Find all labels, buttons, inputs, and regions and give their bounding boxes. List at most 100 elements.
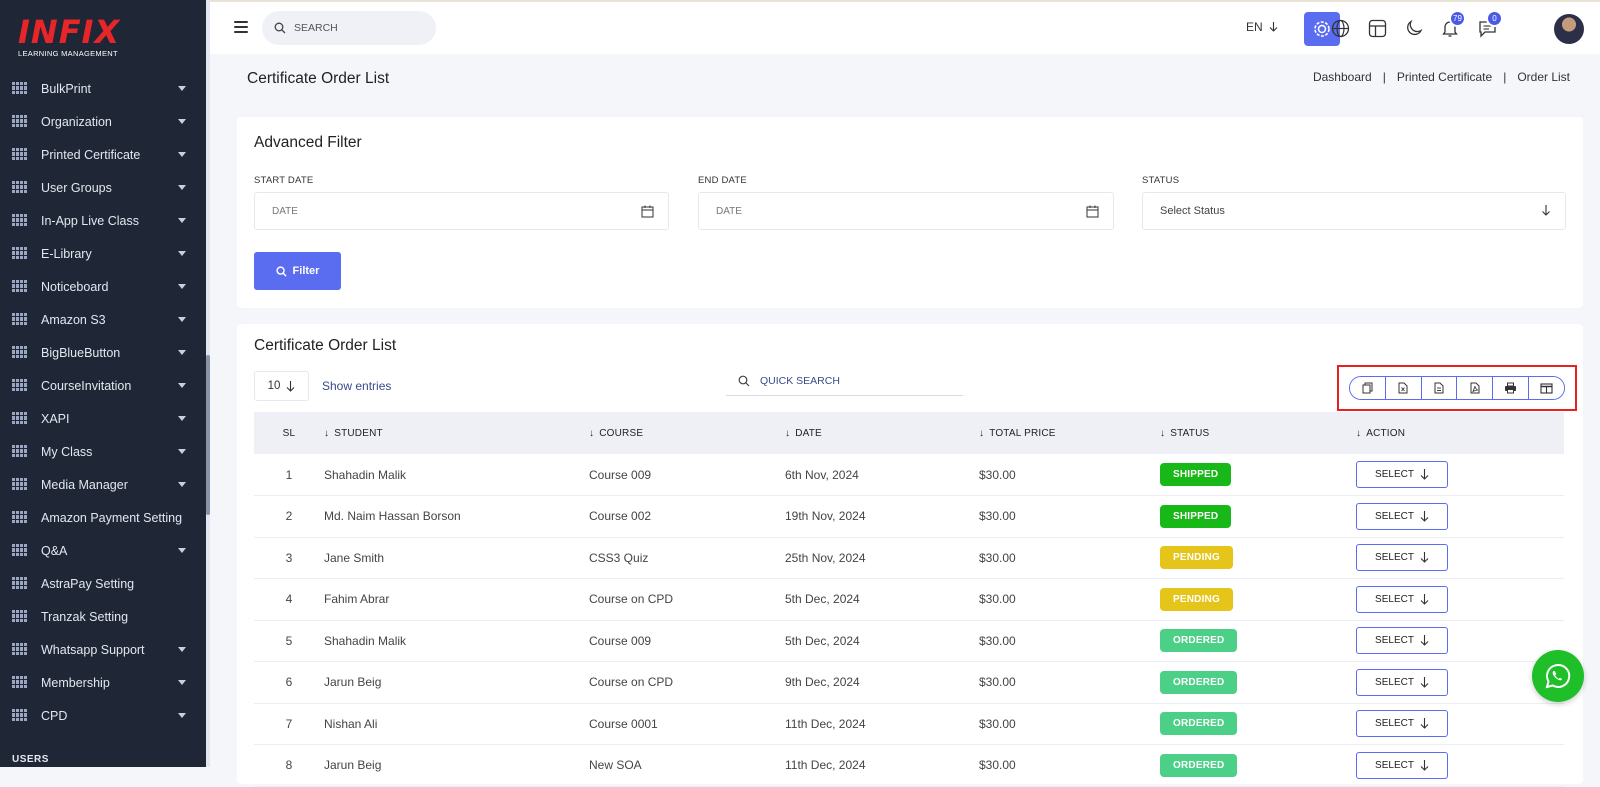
table-row: 4 Fahim Abrar Course on CPD 5th Dec, 2024 $3… [254, 579, 1564, 620]
column-header-total-price[interactable]: ↓ TOTAL PRICE [979, 412, 1160, 454]
sidebar-item-label: CourseInvitation [41, 378, 132, 393]
action-select-button[interactable]: SELECT [1356, 585, 1448, 613]
sidebar-item-label: XAPI [41, 411, 70, 426]
sidebar-item-xapi[interactable]: XAPI [0, 402, 206, 435]
sidebar-section-heading: USERS [12, 754, 49, 765]
sidebar-item-printed-certificate[interactable]: Printed Certificate [0, 138, 206, 171]
grid-icon [12, 312, 28, 327]
sidebar-item-noticeboard[interactable]: Noticeboard [0, 270, 206, 303]
action-select-button[interactable]: SELECT [1356, 461, 1448, 488]
copy-button[interactable] [1350, 377, 1386, 399]
excel-button[interactable] [1385, 377, 1422, 399]
caret-down-icon[interactable] [178, 416, 186, 421]
calendar-icon[interactable] [1086, 205, 1099, 218]
brand-logo[interactable]: INFIX LEARNING MANAGEMENT [18, 16, 188, 64]
cell-course: Course 009 [589, 633, 652, 648]
sidebar-item-organization[interactable]: Organization [0, 105, 206, 138]
column-header-date[interactable]: ↓ DATE [785, 412, 979, 454]
calendar-icon[interactable] [641, 205, 654, 218]
caret-down-icon[interactable] [178, 647, 186, 652]
sidebar-item-e-library[interactable]: E-Library [0, 237, 206, 270]
whatsapp-chat-button[interactable] [1532, 650, 1584, 702]
sidebar-item-astrapay-setting[interactable]: AstraPay Setting [0, 567, 206, 600]
caret-down-icon[interactable] [178, 152, 186, 157]
global-search-input[interactable] [294, 22, 414, 34]
layout-button[interactable] [1365, 16, 1389, 40]
entries-select[interactable]: 10 [254, 371, 309, 401]
status-select[interactable]: Select Status [1142, 192, 1566, 230]
sidebar-item-label: Organization [41, 114, 112, 129]
caret-down-icon[interactable] [178, 86, 186, 91]
caret-down-icon[interactable] [178, 350, 186, 355]
sidebar-item-courseinvitation[interactable]: CourseInvitation [0, 369, 206, 402]
caret-down-icon[interactable] [178, 482, 186, 487]
column-header-status[interactable]: ↓ STATUS [1160, 412, 1356, 454]
column-header-action[interactable]: ↓ ACTION [1356, 412, 1564, 454]
column-header-sl[interactable]: SL [254, 412, 324, 454]
cell-total-price: $30.00 [979, 716, 1016, 731]
caret-down-icon[interactable] [178, 119, 186, 124]
caret-down-icon[interactable] [178, 680, 186, 685]
sidebar-item-bulkprint[interactable]: BulkPrint [0, 72, 206, 105]
sidebar-item-in-app-live-class[interactable]: In-App Live Class [0, 204, 206, 237]
avatar[interactable] [1554, 14, 1584, 44]
end-date-field[interactable]: DATE [698, 192, 1114, 230]
status-label: STATUS [1142, 175, 1180, 186]
website-button[interactable] [1328, 16, 1352, 40]
table-header-row: SL ↓ STUDENT ↓ COURSE ↓ DATE ↓ TOTAL PRICE ↓… [254, 412, 1564, 454]
csv-button[interactable] [1421, 377, 1458, 399]
column-header-student[interactable]: ↓ STUDENT [324, 412, 589, 454]
print-button[interactable] [1493, 377, 1530, 399]
language-selector[interactable]: EN [1246, 20, 1278, 34]
caret-down-icon[interactable] [178, 185, 186, 190]
menu-toggle-icon[interactable] [234, 21, 248, 33]
cell-course: Course 002 [589, 509, 652, 524]
action-select-button[interactable]: SELECT [1356, 627, 1448, 655]
column-header-course[interactable]: ↓ COURSE [589, 412, 785, 454]
action-select-button[interactable]: SELECT [1356, 544, 1448, 572]
sidebar-item-q-a[interactable]: Q&A [0, 534, 206, 567]
sidebar-scrollbar-thumb[interactable] [206, 355, 210, 515]
breadcrumb-printed-certificate[interactable]: Printed Certificate [1397, 70, 1492, 84]
dark-mode-toggle[interactable] [1402, 16, 1426, 40]
sidebar-item-label: BulkPrint [41, 81, 92, 96]
cell-status: SHIPPED [1160, 454, 1356, 496]
sidebar-item-whatsapp-support[interactable]: Whatsapp Support [0, 633, 206, 666]
sidebar-item-my-class[interactable]: My Class [0, 435, 206, 468]
caret-down-icon[interactable] [178, 284, 186, 289]
sidebar-item-bigbluebutton[interactable]: BigBlueButton [0, 336, 206, 369]
caret-down-icon[interactable] [178, 449, 186, 454]
sidebar-item-tranzak-setting[interactable]: Tranzak Setting [0, 600, 206, 633]
caret-down-icon[interactable] [178, 383, 186, 388]
action-select-button[interactable]: SELECT [1356, 668, 1448, 696]
caret-down-icon[interactable] [178, 713, 186, 718]
sidebar-item-user-groups[interactable]: User Groups [0, 171, 206, 204]
pdf-button[interactable] [1457, 377, 1494, 399]
action-select-button[interactable]: SELECT [1356, 502, 1448, 530]
sidebar-item-membership[interactable]: Membership [0, 666, 206, 699]
sort-arrow-icon: ↓ [1356, 427, 1362, 439]
action-select-label: SELECT [1375, 593, 1414, 605]
grid-icon [12, 675, 28, 690]
sidebar-item-amazon-payment-setting[interactable]: Amazon Payment Setting [0, 501, 206, 534]
action-select-button[interactable]: SELECT [1356, 710, 1448, 738]
start-date-field[interactable]: DATE [254, 192, 669, 230]
sidebar-item-label: My Class [41, 444, 93, 459]
caret-down-icon[interactable] [178, 548, 186, 553]
filter-button[interactable]: Filter [254, 252, 341, 290]
sidebar-item-cpd[interactable]: CPD [0, 699, 206, 732]
quick-search-input[interactable] [760, 374, 940, 387]
columns-button[interactable] [1529, 377, 1564, 399]
sidebar-item-media-manager[interactable]: Media Manager [0, 468, 206, 501]
breadcrumb-dashboard[interactable]: Dashboard [1313, 70, 1372, 84]
action-select-button[interactable]: SELECT [1356, 751, 1448, 779]
quick-search [726, 366, 963, 396]
caret-down-icon[interactable] [178, 251, 186, 256]
sidebar-item-amazon-s3[interactable]: Amazon S3 [0, 303, 206, 336]
cell-date: 5th Dec, 2024 [785, 633, 860, 648]
status-badge: SHIPPED [1160, 463, 1232, 486]
action-select-label: SELECT [1375, 759, 1414, 771]
caret-down-icon[interactable] [178, 317, 186, 322]
table-row: 1 Shahadin Malik Course 009 6th Nov, 2024 $3… [254, 454, 1564, 496]
caret-down-icon[interactable] [178, 218, 186, 223]
